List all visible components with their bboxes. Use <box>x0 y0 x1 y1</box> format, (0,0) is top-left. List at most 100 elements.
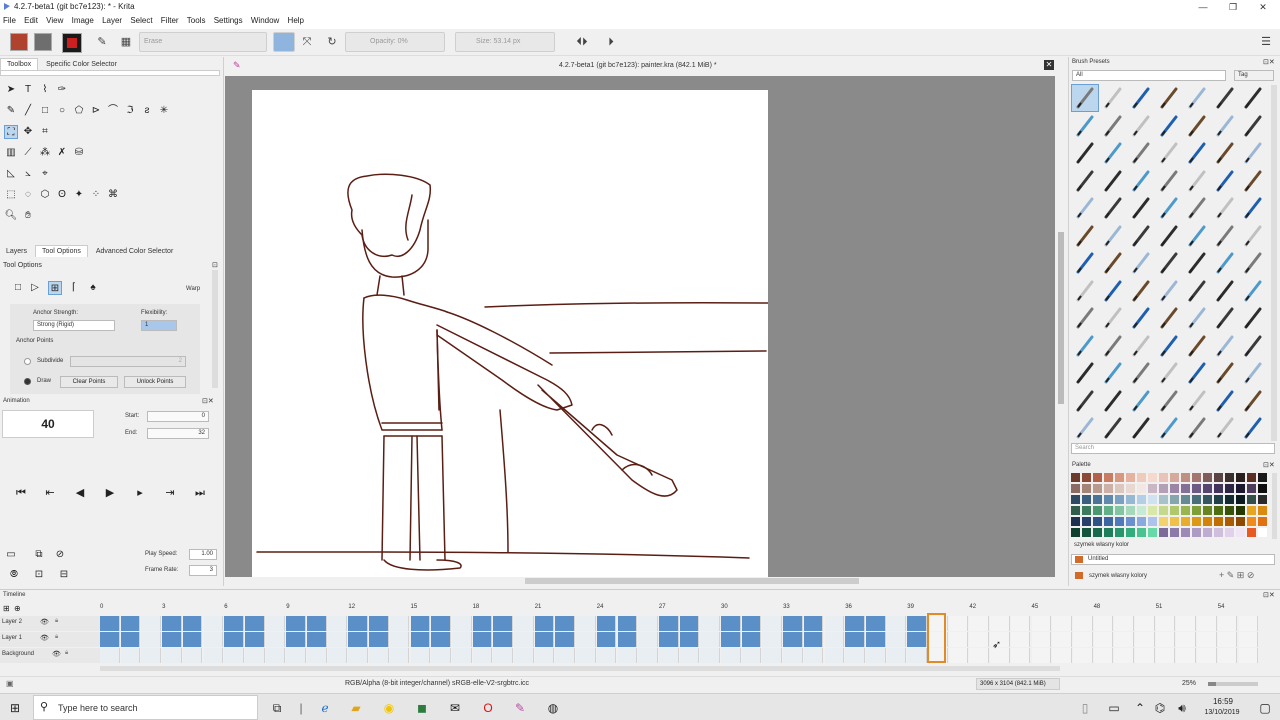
timeline-frame-cell[interactable] <box>1135 632 1155 647</box>
timeline-frame-cell[interactable] <box>824 632 845 647</box>
brush-preset-thumbnail[interactable] <box>1212 195 1238 221</box>
draw-radio[interactable] <box>24 378 31 385</box>
remove-keyframe-icon[interactable]: ⊟ <box>57 568 71 582</box>
brush-preset-thumbnail[interactable] <box>1072 140 1098 166</box>
subdivide-input[interactable]: 2 <box>70 356 186 367</box>
brush-preset-thumbnail[interactable] <box>1100 250 1126 276</box>
menu-filter[interactable]: Filter <box>158 14 182 27</box>
brush-preset-thumbnail[interactable] <box>1128 195 1154 221</box>
palette-swatch[interactable] <box>1258 484 1267 493</box>
timeline-frame-cell[interactable] <box>1031 616 1052 631</box>
flexibility-input[interactable]: 1 <box>141 320 177 331</box>
polygon-tool-icon[interactable]: ⬠ <box>72 104 86 118</box>
timeline-frame-cell[interactable] <box>1031 632 1052 647</box>
brush-preset-thumbnail[interactable] <box>1240 360 1266 386</box>
brush-preset-thumbnail[interactable] <box>1184 250 1210 276</box>
timeline-frame-cell[interactable] <box>948 632 969 647</box>
timeline-frame-cell[interactable] <box>1093 632 1114 647</box>
palette-swatch[interactable] <box>1247 517 1256 526</box>
timeline-frame-cell[interactable] <box>824 616 845 631</box>
palette-swatch[interactable] <box>1159 528 1168 537</box>
timeline-frame-cell[interactable] <box>369 632 389 647</box>
timeline-frame-cell[interactable] <box>120 632 141 647</box>
timeline-frame-cell[interactable] <box>472 648 493 663</box>
timeline-frame-cell[interactable] <box>431 616 451 631</box>
timeline-frame-cell[interactable] <box>721 648 741 663</box>
palette-swatch[interactable] <box>1148 517 1157 526</box>
zoom-slider[interactable] <box>1208 682 1258 686</box>
brush-preset-thumbnail[interactable] <box>1212 168 1238 194</box>
timeline-frame-cell[interactable] <box>1052 632 1072 647</box>
brush-preset-thumbnail[interactable] <box>1240 168 1266 194</box>
palette-swatch[interactable] <box>1203 506 1212 515</box>
palette-swatch[interactable] <box>1104 473 1113 482</box>
next-frame-icon[interactable]: ▸ <box>129 484 151 502</box>
palette-swatch[interactable] <box>1214 517 1223 526</box>
hamburger-menu-icon[interactable]: ☰ <box>1258 34 1274 50</box>
brush-presets-icon[interactable]: ▦ <box>118 34 134 50</box>
timeline-frame-cell[interactable] <box>286 616 306 631</box>
measure-tool-icon[interactable]: ⦣ <box>21 167 35 181</box>
palette-swatch[interactable] <box>1203 473 1212 482</box>
timeline-frame-cell[interactable] <box>845 632 865 647</box>
minecraft-icon[interactable]: ◼ <box>411 697 433 719</box>
brush-preset-thumbnail[interactable] <box>1212 140 1238 166</box>
timeline-frame-cell[interactable] <box>472 632 493 647</box>
rect-select-icon[interactable]: ⬚ <box>4 188 18 202</box>
zoom-label[interactable]: 25% <box>1182 680 1196 687</box>
palette-swatch[interactable] <box>1104 517 1113 526</box>
timeline-frame-cell[interactable] <box>182 632 203 647</box>
brush-preset-thumbnail[interactable] <box>1072 195 1098 221</box>
brush-preset-thumbnail[interactable] <box>1212 388 1238 414</box>
timeline-frame-cell[interactable] <box>265 648 286 663</box>
timeline-frame-cell[interactable] <box>141 616 162 631</box>
brush-preset-thumbnail[interactable] <box>1184 360 1210 386</box>
palette-swatch[interactable] <box>1181 495 1190 504</box>
brush-preset-thumbnail[interactable] <box>1100 223 1126 249</box>
mirror-vertical-icon[interactable]: ⏵ <box>603 34 619 50</box>
palette-swatch[interactable] <box>1192 484 1201 493</box>
similar-select-icon[interactable]: ⁘ <box>89 188 103 202</box>
drawing-canvas[interactable] <box>252 90 769 577</box>
pattern-swatch[interactable] <box>34 33 52 51</box>
timeline-frame-cell[interactable] <box>1072 648 1093 663</box>
timeline-frame-cell[interactable] <box>721 632 741 647</box>
palette-swatch[interactable] <box>1247 506 1256 515</box>
timeline-frame-cell[interactable] <box>162 648 182 663</box>
palette-swatch[interactable] <box>1181 517 1190 526</box>
timeline-frame-cell[interactable] <box>741 616 762 631</box>
palette-swatch[interactable] <box>1148 495 1157 504</box>
canvas-vertical-scrollbar[interactable] <box>1058 232 1064 404</box>
bezier-tool-icon[interactable]: ⌒ <box>106 104 120 118</box>
timeline-frame-cell[interactable] <box>1176 648 1197 663</box>
timeline-frame-cell[interactable] <box>907 648 927 663</box>
timeline-frame-cell[interactable] <box>534 648 555 663</box>
timeline-frame-cell[interactable] <box>1052 616 1072 631</box>
palette-swatch[interactable] <box>1082 517 1091 526</box>
brush-preset-thumbnail[interactable] <box>1072 250 1098 276</box>
timeline-frame-cell[interactable] <box>679 632 700 647</box>
assistant-tool-icon[interactable]: ◺ <box>4 167 18 181</box>
brush-preset-thumbnail[interactable] <box>1072 278 1098 304</box>
timeline-frame-cell[interactable] <box>700 616 720 631</box>
palette-select[interactable]: Untitled <box>1071 554 1275 565</box>
timeline-frame-cell[interactable] <box>514 632 534 647</box>
brush-presets-dock-controls-icon[interactable]: ⊡✕ <box>1263 58 1275 66</box>
timeline-frame-cell[interactable] <box>700 632 720 647</box>
timeline-frame-cell[interactable] <box>451 616 472 631</box>
palette-swatch[interactable] <box>1159 473 1168 482</box>
timeline-frame-cell[interactable] <box>1238 648 1259 663</box>
palette-swatch[interactable] <box>1247 495 1256 504</box>
timeline-frame-cell[interactable] <box>1114 616 1134 631</box>
timeline-frame-cell[interactable] <box>617 632 638 647</box>
palette-swatch[interactable] <box>1082 506 1091 515</box>
brush-preset-thumbnail[interactable] <box>1156 85 1182 111</box>
brush-preset-thumbnail[interactable] <box>1240 223 1266 249</box>
freehand-brush-icon[interactable]: ✎ <box>4 104 18 118</box>
brush-preset-thumbnail[interactable] <box>1128 278 1154 304</box>
timeline-frame-cell[interactable] <box>658 616 679 631</box>
timeline-frame-cell[interactable] <box>1176 632 1197 647</box>
menu-layer[interactable]: Layer <box>99 14 125 27</box>
palette-swatch[interactable] <box>1115 517 1124 526</box>
brush-search-input[interactable]: Search <box>1071 443 1275 454</box>
